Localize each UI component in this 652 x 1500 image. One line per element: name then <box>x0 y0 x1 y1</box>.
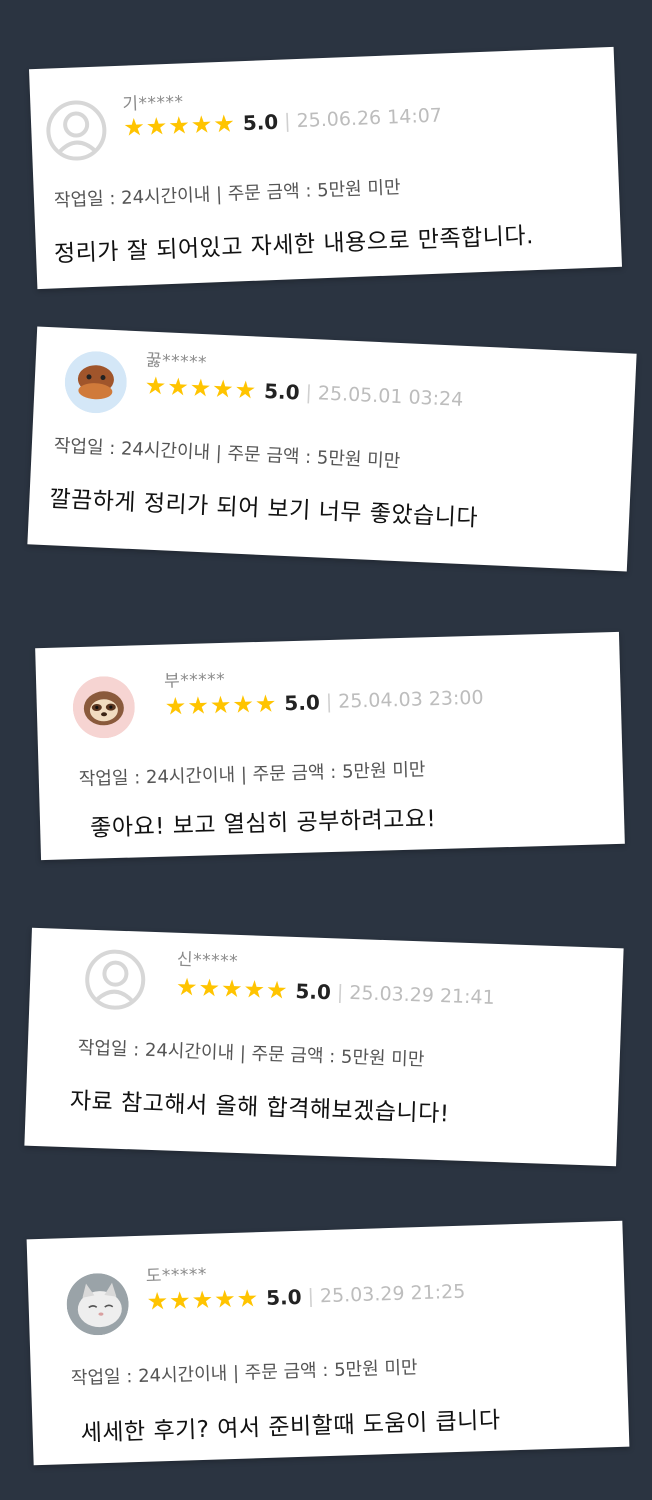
star-icon: ★ <box>167 111 191 140</box>
rating-score: 5.0 <box>284 690 321 716</box>
rating-score: 5.0 <box>263 378 301 405</box>
star-icon: ★ <box>243 975 266 1004</box>
review-card: 기***** ★ ★ ★ ★ ★ 5.0 | 25.06.26 14:07 작업일 : … <box>28 46 623 290</box>
star-icon: ★ <box>236 1284 259 1313</box>
star-rating: ★ ★ ★ ★ ★ <box>146 1284 259 1316</box>
reviewer-name: 기***** <box>122 92 184 115</box>
review-text: 세세한 후기? 여서 준비할때 도움이 큽니다 <box>80 1407 501 1447</box>
star-icon: ★ <box>265 975 289 1005</box>
star-icon: ★ <box>164 692 187 721</box>
review-text: 정리가 잘 되어있고 자세한 내용으로 만족합니다. <box>53 223 535 268</box>
separator: | <box>305 381 313 405</box>
order-meta: 작업일 : 24시간이내 | 주문 금액 : 5만원 미만 <box>70 1357 418 1390</box>
reviewer-name: 도***** <box>145 1264 208 1287</box>
review-text: 좋아요! 보고 열심히 공부하려고요! <box>89 806 437 842</box>
star-icon: ★ <box>189 373 212 403</box>
star-icon: ★ <box>234 375 257 405</box>
star-icon: ★ <box>186 691 210 720</box>
star-rating: ★ ★ ★ ★ ★ <box>175 972 289 1005</box>
separator: | <box>325 690 333 714</box>
star-rating: ★ ★ ★ ★ ★ <box>122 109 236 142</box>
rating-row: ★ ★ ★ ★ ★ 5.0 | 25.03.29 21:41 <box>175 972 496 1010</box>
order-meta: 작업일 : 24시간이내 | 주문 금액 : 5만원 미만 <box>53 177 401 212</box>
review-card: 꿇***** ★ ★ ★ ★ ★ 5.0 | 25.05.01 03:24 작업일 : … <box>27 326 637 572</box>
review-card: 부***** ★ ★ ★ ★ ★ 5.0 | 25.04.03 23:00 작업일 : … <box>35 631 625 861</box>
cat-avatar-icon <box>66 1272 130 1336</box>
reviewer-name: 신***** <box>176 949 239 972</box>
order-meta: 작업일 : 24시간이내 | 주문 금액 : 5만원 미만 <box>78 759 426 791</box>
star-rating: ★ ★ ★ ★ ★ <box>144 371 257 405</box>
star-icon: ★ <box>220 974 244 1004</box>
order-meta: 작업일 : 24시간이내 | 주문 금액 : 5만원 미만 <box>53 435 401 473</box>
star-icon: ★ <box>145 112 168 141</box>
reviewer-name: 꿇***** <box>145 350 208 374</box>
review-date: 25.04.03 23:00 <box>337 686 484 713</box>
star-icon: ★ <box>122 112 146 142</box>
review-text: 자료 참고해서 올해 합격해보겠습니다! <box>69 1088 450 1128</box>
star-icon: ★ <box>166 372 190 402</box>
rating-row: ★ ★ ★ ★ ★ 5.0 | 25.05.01 03:24 <box>144 371 464 411</box>
review-card: 신***** ★ ★ ★ ★ ★ 5.0 | 25.03.29 21:41 작업일 : … <box>24 927 624 1167</box>
star-icon: ★ <box>212 109 236 139</box>
star-icon: ★ <box>213 1284 237 1314</box>
star-icon: ★ <box>198 973 221 1003</box>
review-text: 깔끔하게 정리가 되어 보기 너무 좋았습니다 <box>48 486 479 532</box>
review-date: 25.05.01 03:24 <box>317 382 464 411</box>
rating-score: 5.0 <box>295 978 332 1005</box>
review-date: 25.03.29 21:25 <box>319 1280 466 1308</box>
star-icon: ★ <box>209 690 232 720</box>
default-avatar-icon <box>83 948 147 1012</box>
reviewer-name: 부***** <box>163 669 226 692</box>
star-icon: ★ <box>191 1285 214 1315</box>
star-icon: ★ <box>231 690 255 719</box>
default-avatar-icon <box>44 98 108 162</box>
star-icon: ★ <box>175 972 199 1002</box>
star-rating: ★ ★ ★ ★ ★ <box>164 689 277 721</box>
star-icon: ★ <box>211 374 235 404</box>
separator: | <box>336 981 344 1004</box>
star-icon: ★ <box>190 110 213 140</box>
review-date: 25.06.26 14:07 <box>296 104 443 133</box>
rating-row: ★ ★ ★ ★ ★ 5.0 | 25.04.03 23:00 <box>164 686 484 721</box>
star-icon: ★ <box>168 1286 192 1315</box>
star-icon: ★ <box>254 689 277 719</box>
sloth-avatar-icon <box>72 675 136 739</box>
order-meta: 작업일 : 24시간이내 | 주문 금액 : 5만원 미만 <box>77 1037 425 1071</box>
rating-score: 5.0 <box>242 109 279 136</box>
rating-score: 5.0 <box>265 1284 302 1310</box>
star-icon: ★ <box>146 1287 169 1316</box>
review-date: 25.03.29 21:41 <box>348 981 496 1009</box>
star-icon: ★ <box>144 371 167 401</box>
separator: | <box>283 110 292 133</box>
platypus-avatar-icon <box>63 350 128 415</box>
separator: | <box>307 1285 315 1308</box>
review-card: 도***** ★ ★ ★ ★ ★ 5.0 | 25.03.29 21:25 작업일 : … <box>26 1220 630 1466</box>
